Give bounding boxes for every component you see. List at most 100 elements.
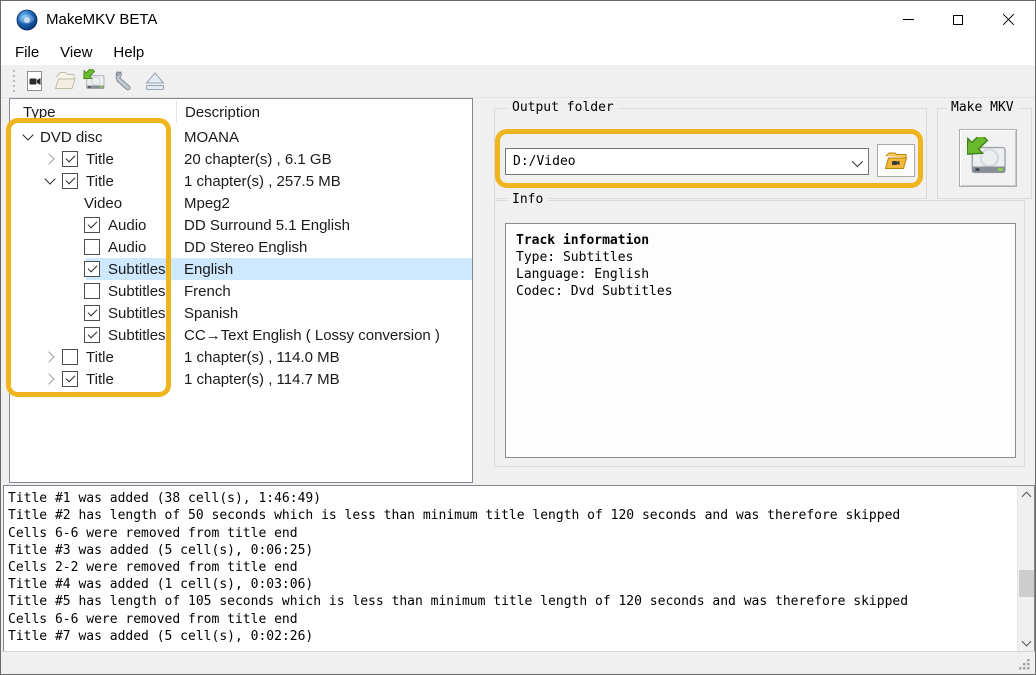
checkbox-checked[interactable]	[62, 151, 78, 167]
log-line: Cells 2-2 were removed from title end	[8, 560, 298, 576]
tree-row[interactable]: Video Mpeg2	[10, 192, 472, 214]
scroll-down-button[interactable]	[1018, 634, 1034, 651]
window-title: MakeMKV BETA	[46, 11, 158, 28]
tree-body: DVD disc MOANA Title 20 chapter(s) , 6.1 GB…	[10, 126, 472, 390]
log-line: Title #4 was added (1 cell(s), 0:03:06)	[8, 577, 314, 593]
log-line: Cells 6-6 were removed from title end	[8, 611, 298, 627]
open-folder-button[interactable]	[50, 67, 79, 95]
chevron-down-icon[interactable]	[18, 126, 40, 148]
toolbar-drag-handle[interactable]	[11, 70, 16, 92]
log-scrollbar	[1017, 486, 1034, 651]
chevron-down-icon[interactable]	[40, 170, 62, 192]
tree-row-type: Audio	[108, 238, 147, 256]
log-line: Title #1 was added (38 cell(s), 1:46:49)	[8, 491, 322, 507]
make-mkv-label: Make MKV	[946, 100, 1019, 115]
tree-row[interactable]: Title 1 chapter(s) , 114.7 MB	[10, 368, 472, 390]
tree-row[interactable]: Audio DD Surround 5.1 English	[10, 214, 472, 236]
tree-row-description: 1 chapter(s) , 114.7 MB	[184, 370, 340, 388]
status-bar	[1, 651, 1035, 674]
menu-help[interactable]: Help	[111, 42, 146, 63]
tree-row-description: MOANA	[184, 128, 240, 146]
chevron-right-icon[interactable]	[40, 346, 62, 368]
checkbox-checked[interactable]	[84, 261, 100, 277]
tree-row-type: Subtitles	[108, 260, 166, 278]
tree-row[interactable]: Subtitles English	[10, 258, 472, 280]
checkbox-checked[interactable]	[84, 327, 100, 343]
close-button[interactable]	[985, 1, 1031, 38]
tree-row-type: Title	[86, 172, 114, 190]
tree-row-description: French	[184, 282, 231, 300]
track-info-type: Type: Subtitles	[516, 250, 634, 265]
eject-button[interactable]	[140, 67, 169, 95]
checkbox-unchecked[interactable]	[84, 239, 100, 255]
checkbox-unchecked[interactable]	[84, 283, 100, 299]
menu-view[interactable]: View	[58, 42, 94, 63]
resize-grip-icon[interactable]	[1017, 657, 1031, 671]
info-group: Info Track information Type: Subtitles L…	[494, 192, 1025, 467]
checkbox-unchecked[interactable]	[62, 349, 78, 365]
chevron-right-icon[interactable]	[40, 148, 62, 170]
checkbox-checked[interactable]	[62, 371, 78, 387]
menu-bar: File View Help	[1, 39, 1035, 65]
track-info-title: Track information	[516, 233, 650, 248]
tree-row-description: 1 chapter(s) , 257.5 MB	[184, 172, 341, 190]
make-mkv-button[interactable]	[959, 129, 1017, 187]
output-folder-combobox[interactable]: D:/Video	[505, 148, 869, 175]
checkbox-checked[interactable]	[84, 305, 100, 321]
scroll-up-button[interactable]	[1018, 486, 1034, 503]
tree-row-type: Subtitles	[108, 304, 166, 322]
log-line: Title #2 has length of 50 seconds which …	[8, 508, 901, 524]
log-line: Cells 6-6 were removed from title end	[8, 525, 298, 541]
open-folder-icon	[54, 72, 76, 89]
tree-row-description: DD Surround 5.1 English	[184, 216, 350, 234]
tree-row[interactable]: DVD disc MOANA	[10, 126, 472, 148]
titles-tree-panel: Type Description DVD disc MOANA Title 20 ch…	[9, 98, 473, 483]
column-header-description[interactable]: Description	[176, 101, 260, 123]
tree-row[interactable]: Title 1 chapter(s) , 114.0 MB	[10, 346, 472, 368]
tree-row[interactable]: Subtitles CC→Text English ( Lossy convers…	[10, 324, 472, 346]
chevron-down-icon	[851, 155, 864, 168]
tree-row-type: Title	[86, 348, 114, 366]
log-content[interactable]: Cells 11-11 were removed from title endT…	[4, 486, 1017, 651]
tree-row[interactable]: Audio DD Stereo English	[10, 236, 472, 258]
minimize-button[interactable]	[885, 1, 931, 38]
open-video-file-button[interactable]	[20, 67, 49, 95]
chevron-right-icon[interactable]	[40, 368, 62, 390]
column-header-type[interactable]: Type	[23, 104, 56, 121]
tree-row[interactable]: Subtitles French	[10, 280, 472, 302]
tree-row-type: Title	[86, 370, 114, 388]
tree-row-description: English	[184, 260, 234, 278]
maximize-icon	[953, 14, 963, 25]
checkbox-checked[interactable]	[62, 173, 78, 189]
tree-row-description: Mpeg2	[184, 194, 230, 212]
toolbar	[1, 65, 1035, 98]
browse-folder-button[interactable]	[877, 144, 915, 177]
settings-button[interactable]	[110, 67, 139, 95]
tree-row-type: Video	[84, 194, 123, 212]
checkbox-checked[interactable]	[84, 217, 100, 233]
log-line: Title #5 has length of 105 seconds which…	[8, 594, 909, 610]
info-label: Info	[507, 192, 549, 207]
tree-row[interactable]: Subtitles Spanish	[10, 302, 472, 324]
save-mkv-button[interactable]	[80, 67, 109, 95]
output-folder-group: Output folder D:/Video	[494, 100, 927, 199]
log-box: Cells 11-11 were removed from title endT…	[3, 485, 1035, 652]
tree-row-description: 1 chapter(s) , 114.0 MB	[184, 348, 340, 366]
menu-file[interactable]: File	[13, 42, 41, 63]
minimize-icon	[902, 19, 914, 20]
track-info-codec: Codec: Dvd Subtitles	[516, 284, 673, 299]
tree-row-type: DVD disc	[40, 128, 103, 146]
scrollbar-thumb[interactable]	[1019, 570, 1034, 597]
tree-row[interactable]: Title 20 chapter(s) , 6.1 GB	[10, 148, 472, 170]
tree-row-description: DD Stereo English	[184, 238, 308, 256]
tree-row-description: CC→Text English ( Lossy conversion )	[184, 326, 440, 344]
maximize-button[interactable]	[935, 1, 981, 38]
log-line: Title #3 was added (5 cell(s), 0:06:25)	[8, 542, 314, 558]
tree-row[interactable]: Title 1 chapter(s) , 257.5 MB	[10, 170, 472, 192]
